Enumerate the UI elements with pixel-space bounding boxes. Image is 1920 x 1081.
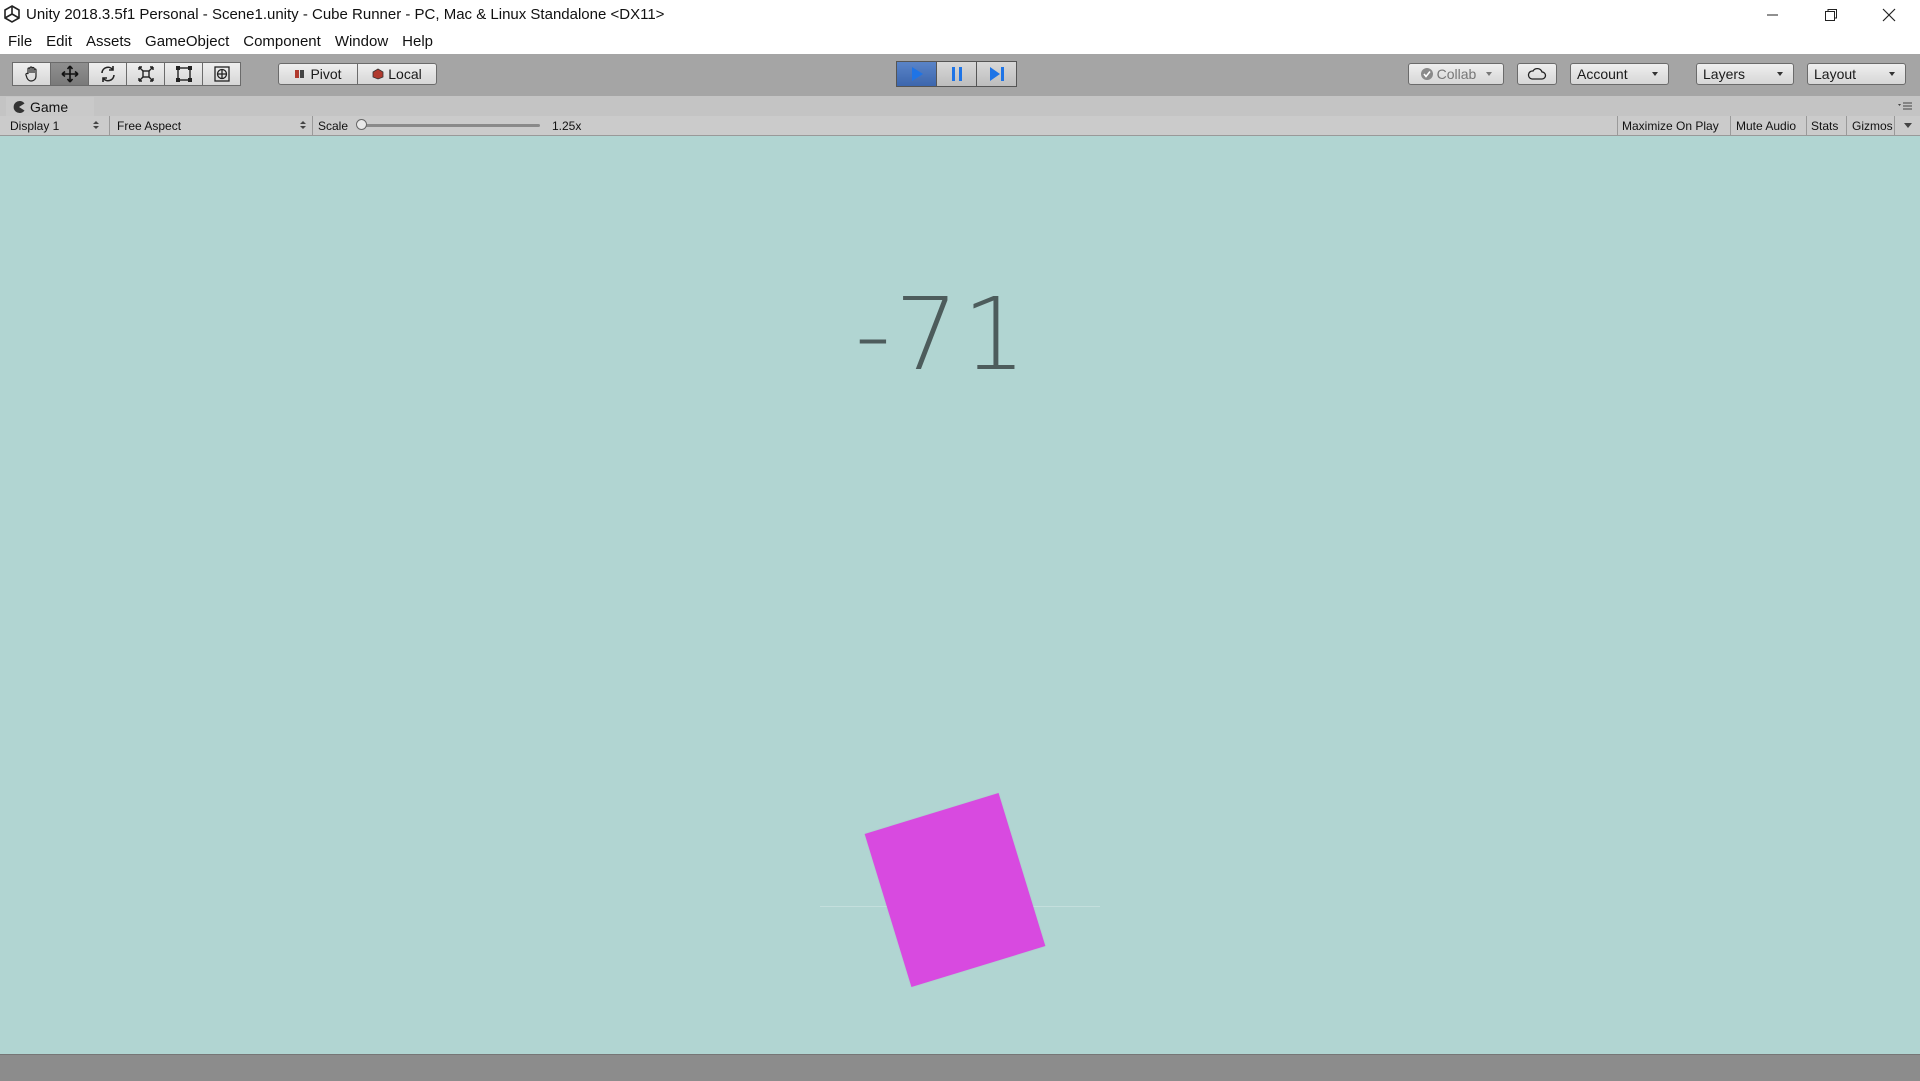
rotate-tool-button[interactable] [88,62,127,86]
collab-button[interactable]: Collab [1408,63,1504,85]
rotate-tool-icon [100,66,115,82]
scale-label: Scale [318,118,349,133]
menu-help[interactable]: Help [394,33,439,50]
updown-arrow-icon [93,121,99,129]
chevron-down-icon [1486,72,1493,76]
menu-file[interactable]: File [0,33,38,50]
unity-logo-icon [4,5,20,23]
local-label: Local [388,66,422,82]
updown-arrow-icon [300,121,306,129]
layout-dropdown[interactable]: Layout [1807,63,1906,85]
tab-game-label: Game [30,98,69,115]
local-button[interactable]: Local [357,63,437,85]
menu-assets[interactable]: Assets [78,33,137,50]
menu-component[interactable]: Component [235,33,327,50]
play-controls [896,61,1017,87]
account-dropdown[interactable]: Account [1570,63,1669,85]
game-viewport[interactable]: -71 [0,136,1920,1054]
scale-value: 1.25x [552,118,582,133]
hand-tool-icon [24,66,37,82]
account-label: Account [1577,66,1628,82]
pause-icon [951,67,962,81]
pivot-icon [295,70,305,78]
check-icon [1420,68,1433,80]
layout-label: Layout [1814,66,1857,82]
rect-tool-button[interactable] [164,62,203,86]
cloud-button[interactable] [1517,63,1557,85]
pause-button[interactable] [936,61,977,87]
close-button[interactable] [1860,0,1918,29]
restore-icon [1825,8,1837,21]
stats-toggle[interactable]: Stats [1811,116,1838,135]
step-button[interactable] [976,61,1017,87]
maximize-on-play-toggle[interactable]: Maximize On Play [1622,116,1719,135]
transform-tool-icon [213,66,230,82]
scale-slider[interactable] [356,116,546,135]
display-dropdown[interactable]: Display 1 [10,116,102,135]
rect-tool-icon [175,66,192,82]
close-icon [1882,8,1896,21]
pacman-icon [13,100,25,113]
scale-tool-button[interactable] [126,62,165,86]
restore-button[interactable] [1802,0,1860,29]
play-button[interactable] [896,61,937,87]
menu-window[interactable]: Window [327,33,394,50]
status-bar [0,1054,1920,1081]
aspect-dropdown[interactable]: Free Aspect [117,116,307,135]
pivot-group: Pivot Local [278,63,437,87]
display-label: Display 1 [10,118,60,133]
move-tool-button[interactable] [50,62,89,86]
play-icon [911,67,923,81]
player-cube [864,793,1046,987]
cloud-icon [1527,67,1547,80]
tab-game[interactable]: Game [6,97,94,116]
game-view-toolbar: Display 1 Free Aspect Scale 1.25x Maximi… [0,116,1920,136]
chevron-down-icon [1889,72,1895,76]
title-bar: Unity 2018.3.5f1 Personal - Scene1.unity… [0,0,1920,29]
layers-label: Layers [1703,66,1746,82]
slider-track [360,124,540,127]
menu-edit[interactable]: Edit [38,33,78,50]
score-text: -71 [854,276,1031,393]
pivot-label: Pivot [310,66,342,82]
mute-audio-toggle[interactable]: Mute Audio [1736,116,1796,135]
window-title: Unity 2018.3.5f1 Personal - Scene1.unity… [26,6,665,23]
minimize-icon [1767,14,1778,15]
gizmos-dropdown-icon[interactable] [1904,123,1912,129]
pivot-button[interactable]: Pivot [278,63,358,85]
transform-tool-button[interactable] [202,62,241,86]
minimize-button[interactable] [1744,0,1802,29]
chevron-down-icon [1652,72,1658,76]
transform-tools [12,62,241,86]
hand-tool-button[interactable] [12,62,51,86]
menu-gameobject[interactable]: GameObject [137,33,235,50]
panel-menu-icon[interactable] [1898,101,1914,113]
slider-thumb[interactable] [356,119,367,130]
scale-tool-icon [137,66,154,82]
aspect-label: Free Aspect [117,118,182,133]
collab-label: Collab [1436,66,1477,82]
move-tool-icon [60,65,79,83]
game-panel-header: Game [0,96,1920,116]
menu-bar: File Edit Assets GameObject Component Wi… [0,29,1920,54]
step-icon [989,67,1004,81]
gizmos-toggle[interactable]: Gizmos [1852,116,1893,135]
chevron-down-icon [1777,72,1783,76]
layers-dropdown[interactable]: Layers [1696,63,1794,85]
local-icon [372,68,384,80]
